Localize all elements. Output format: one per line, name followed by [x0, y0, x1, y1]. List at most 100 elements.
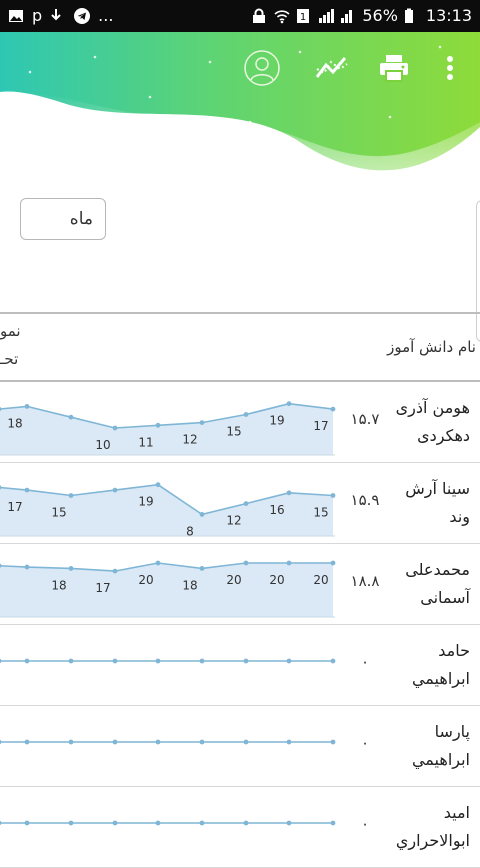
wifi-icon [274, 8, 290, 24]
sparkline-point [68, 739, 74, 745]
status-bar: p ... 1 56% 13:13 [0, 0, 480, 32]
table-row[interactable]: محمدعلی آسمانی ۱۸.۸ 18 17 20 18 20 20 20 [0, 544, 480, 625]
battery-percent: 56% [362, 6, 398, 25]
avatar-button[interactable] [242, 50, 282, 90]
sparkline-point [155, 422, 161, 428]
signal-icon [318, 8, 335, 24]
sparkline-point [155, 560, 161, 566]
sparkline-point [199, 820, 205, 826]
student-name-column-header[interactable]: نام دانش آموز [387, 338, 476, 356]
score-label: 15 [313, 506, 328, 520]
sparkline-point [243, 560, 249, 566]
student-average: ۰ [360, 815, 370, 833]
score-sparkline: 18 17 20 18 20 20 20 [0, 560, 336, 618]
sparkline-point [24, 820, 30, 826]
sparkline-point [330, 406, 336, 412]
sparkline-point [199, 739, 205, 745]
sparkline-point [155, 482, 161, 488]
score-label: 20 [226, 573, 241, 587]
more-vert-icon [446, 55, 454, 85]
table-row[interactable]: هومن آذری دهکردی ۱۵.۷ 18 10 11 12 15 19 17 [0, 382, 480, 463]
score-label: 12 [226, 514, 241, 528]
score-sparkline: 17 151981216 15 [0, 482, 336, 538]
score-label: 19 [269, 414, 284, 428]
status-more: ... [98, 6, 114, 25]
table-row[interactable]: سینا آرش وند ۱۵.۹ 17 15 19 8 12 16 15 [0, 463, 480, 544]
score-sparkline [0, 820, 336, 826]
partial-column-header-2: تحـ [0, 350, 19, 368]
app-header [0, 32, 480, 190]
sparkline-point [155, 820, 161, 826]
score-label: 10 [95, 438, 110, 452]
chart-button[interactable] [312, 50, 352, 90]
sparkline-point [286, 560, 292, 566]
month-select[interactable]: ماه [20, 198, 106, 240]
table-top-divider [0, 312, 480, 314]
sparkline-point [199, 566, 205, 571]
score-label: 17 [95, 581, 110, 595]
student-average: ۱۵.۷ [350, 410, 380, 428]
signal2-icon [340, 8, 356, 24]
print-icon [378, 53, 410, 87]
student-average: ۱۸.۸ [350, 572, 380, 590]
sparkline-point [112, 487, 118, 493]
sparkline-point [155, 739, 161, 745]
sparkline-point [243, 739, 249, 745]
score-label: 11 [138, 435, 153, 449]
score-sparkline: 18 10 11 12 15 19 17 [0, 401, 336, 456]
sparkline-point [199, 512, 205, 517]
sparkline-point [330, 560, 336, 566]
score-label: 16 [269, 503, 284, 517]
score-label: 18 [182, 578, 197, 592]
telegram-icon [74, 7, 91, 24]
sparkline-point [112, 739, 118, 745]
score-label: 20 [313, 573, 328, 587]
sparkline-point [286, 739, 292, 745]
lock-icon [252, 8, 268, 24]
sparkline-point [68, 658, 74, 664]
score-sparkline [0, 658, 336, 664]
side-panel-handle[interactable] [476, 200, 480, 342]
sparkline-point [243, 820, 249, 826]
clock: 13:13 [425, 6, 472, 25]
status-left-text: p [32, 6, 43, 25]
sparkline-area [0, 563, 333, 617]
partial-column-header-1: نمو [0, 322, 21, 340]
gallery-icon [8, 8, 24, 24]
sparkline-point [0, 820, 2, 826]
sparkline-point [286, 490, 292, 496]
sparkline-point [286, 658, 292, 664]
score-label: 20 [269, 573, 284, 587]
sparkline-point [330, 820, 336, 826]
sparkline-point [68, 414, 74, 420]
sparkline-point [112, 425, 118, 431]
table-row[interactable]: پارسا ابراهیمي ۰ [0, 706, 480, 787]
score-label: 12 [182, 433, 197, 447]
score-label: 19 [138, 495, 153, 509]
sparkline-point [0, 739, 2, 745]
sparkline-point [24, 404, 30, 409]
table-row[interactable]: حامد ابراهیمي ۰ [0, 625, 480, 706]
score-label: 17 [313, 419, 328, 433]
sim-icon: 1 [296, 8, 312, 24]
print-button[interactable] [374, 50, 414, 90]
sparkline-point [330, 658, 336, 664]
score-sparkline [0, 739, 336, 745]
sparkline-point [155, 658, 161, 664]
sparkline-point [286, 820, 292, 826]
score-label: 15 [226, 425, 241, 439]
month-select-value: ماه [69, 209, 93, 229]
student-average: ۱۵.۹ [350, 491, 380, 509]
score-label: 17 [7, 500, 22, 514]
sparkline-point [24, 564, 30, 570]
sparkline-point [112, 658, 118, 664]
sparkline-point [24, 739, 30, 745]
sparkline-point [112, 820, 118, 826]
score-label: 15 [51, 506, 66, 520]
sparkline-point [24, 487, 30, 493]
more-menu-button[interactable] [430, 50, 470, 90]
score-label: 20 [138, 573, 153, 587]
table-row[interactable]: امید ابوالاحراري ۰ [0, 787, 480, 868]
download-icon [50, 8, 66, 24]
sparkline-point [330, 739, 336, 745]
